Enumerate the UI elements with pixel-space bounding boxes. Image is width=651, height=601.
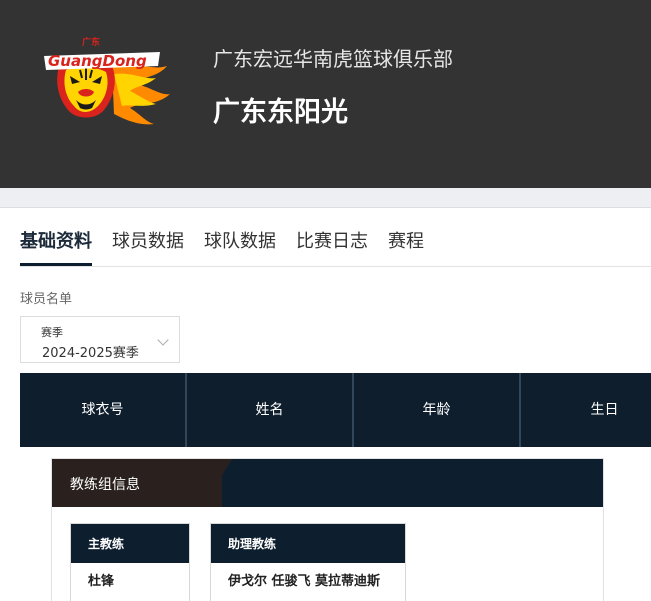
tab-underline-divider	[20, 266, 651, 267]
roster-section-label: 球员名单	[20, 292, 73, 307]
column-age[interactable]: 年龄	[354, 373, 521, 447]
season-select-label: 赛季	[41, 326, 63, 339]
header-divider-band	[0, 188, 651, 208]
caret-up-icon	[118, 365, 132, 373]
column-jersey-number[interactable]: 球衣号	[20, 373, 187, 447]
logo-wordmark: 广东 GuangDong	[48, 36, 147, 70]
head-coach-name: 杜锋	[88, 574, 115, 589]
coach-header-slant	[202, 459, 232, 507]
head-coach-role: 主教练	[71, 524, 189, 563]
assistant-coach-names: 伊戈尔 任骏飞 莫拉蒂迪斯	[228, 574, 381, 589]
tab-game-log[interactable]: 比赛日志	[296, 228, 368, 266]
tab-basic-info[interactable]: 基础资料	[20, 228, 92, 266]
club-name: 广东宏远华南虎篮球俱乐部	[213, 47, 453, 71]
coach-panel-title: 教练组信息	[70, 477, 140, 493]
chevron-down-icon	[157, 334, 169, 346]
roster-table-header: 球衣号 姓名 年龄 生日	[20, 365, 651, 447]
team-header: 广东 GuangDong 广东宏远华南虎篮球俱乐部 广东东阳光	[0, 0, 651, 188]
coach-staff-panel: 教练组信息 主教练 杜锋 助理教练 伊戈尔 任骏飞 莫拉蒂迪斯	[51, 458, 604, 601]
team-logo: 广东 GuangDong	[42, 36, 172, 126]
svg-text:广东: 广东	[82, 36, 100, 48]
head-coach-card: 主教练 杜锋	[70, 523, 190, 601]
tab-player-stats[interactable]: 球员数据	[112, 228, 184, 266]
svg-text:GuangDong: GuangDong	[48, 52, 147, 70]
coach-panel-header: 教练组信息	[52, 459, 603, 507]
column-name[interactable]: 姓名	[187, 373, 354, 447]
tiger-logo-icon: 广东 GuangDong	[44, 36, 170, 125]
assistant-coach-role: 助理教练	[211, 524, 405, 563]
column-birthday[interactable]: 生日	[521, 373, 651, 447]
tab-schedule[interactable]: 赛程	[388, 228, 424, 266]
assistant-coach-card: 助理教练 伊戈尔 任骏飞 莫拉蒂迪斯	[210, 523, 406, 601]
season-select[interactable]: 赛季 2024-2025赛季	[20, 316, 180, 363]
tab-team-stats[interactable]: 球队数据	[204, 228, 276, 266]
season-select-value: 2024-2025赛季	[42, 346, 139, 361]
team-name: 广东东阳光	[213, 97, 348, 128]
tab-bar: 基础资料 球员数据 球队数据 比赛日志 赛程	[20, 228, 444, 266]
